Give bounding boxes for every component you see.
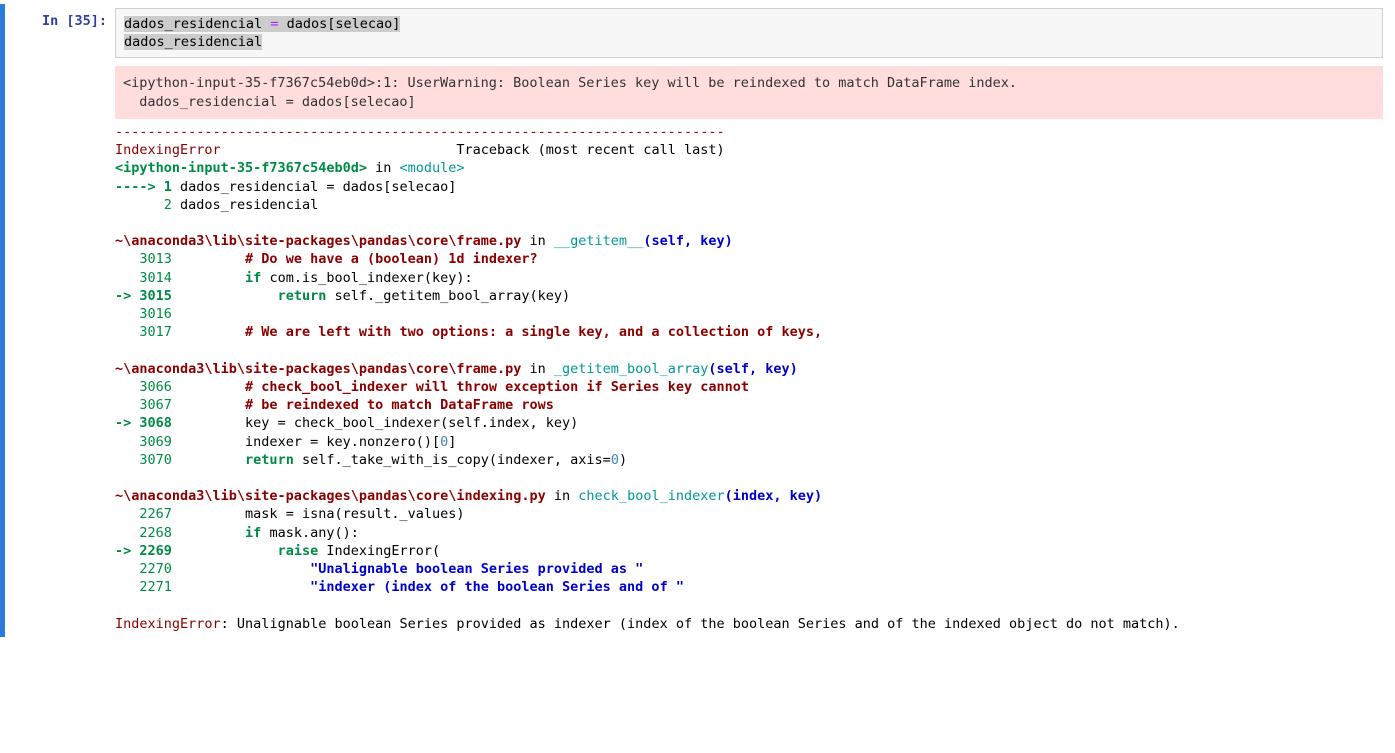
input-prompt: In [35]: [42, 13, 107, 29]
tb-final-message: : Unalignable boolean Series provided as… [221, 616, 1180, 632]
warning-box: <ipython-input-35-f7367c54eb0d>:1: UserW… [115, 66, 1383, 118]
tb-file-path: ~\anaconda3\lib\site-packages\pandas\cor… [115, 488, 546, 504]
tb-exception-name: IndexingError [115, 142, 221, 158]
code-input[interactable]: dados_residencial = dados[selecao] dados… [115, 8, 1383, 58]
tb-file-path: ~\anaconda3\lib\site-packages\pandas\cor… [115, 361, 521, 377]
tb-final-exception: IndexingError [115, 616, 221, 632]
warning-line: <ipython-input-35-f7367c54eb0d>:1: UserW… [123, 75, 1017, 91]
cell-content: dados_residencial = dados[selecao] dados… [115, 8, 1383, 633]
warning-line: dados_residencial = dados[selecao] [123, 94, 416, 110]
tb-sep: ----------------------------------------… [115, 124, 725, 140]
tb-file-path: ~\anaconda3\lib\site-packages\pandas\cor… [115, 233, 521, 249]
prompt-col: In [35]: [5, 8, 115, 633]
tb-input-ref: <ipython-input-35-f7367c54eb0d> [115, 160, 367, 176]
traceback: ----------------------------------------… [115, 119, 1383, 633]
notebook-cell: In [35]: dados_residencial = dados[selec… [0, 4, 1383, 637]
